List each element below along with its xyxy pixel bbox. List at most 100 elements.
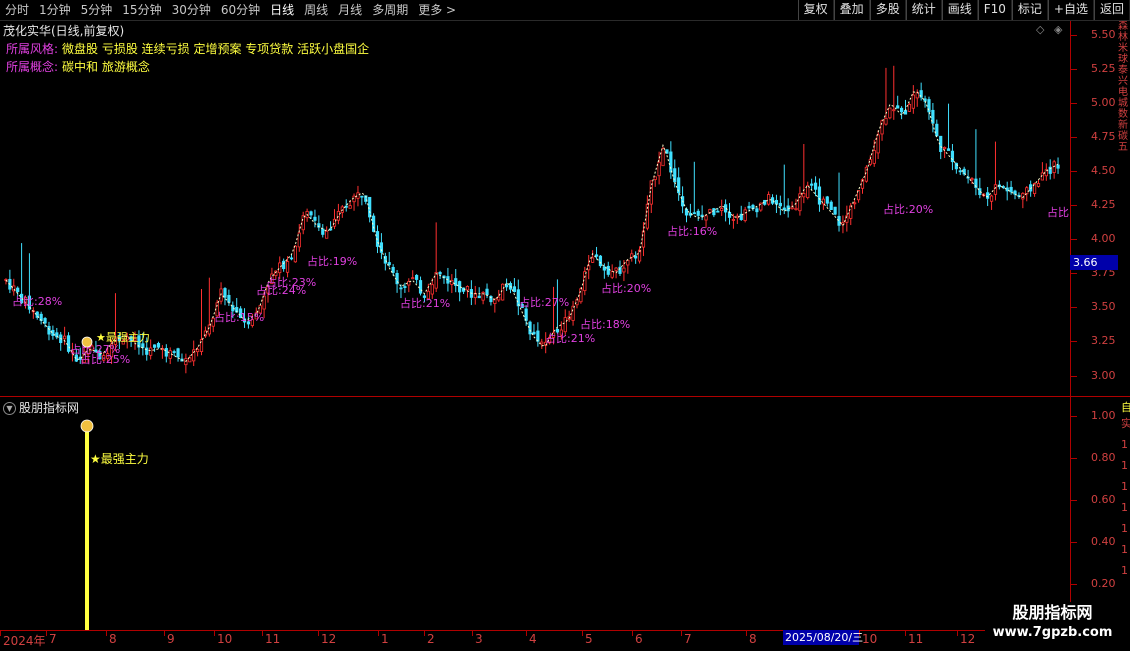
toolbar-button[interactable]: 返回 [1093, 0, 1130, 20]
candle-body[interactable] [720, 208, 724, 211]
zoom-icon[interactable]: ◈ [1054, 23, 1062, 36]
candle-body[interactable] [1052, 161, 1056, 173]
candle-body[interactable] [634, 255, 638, 259]
candle-body[interactable] [195, 348, 200, 353]
candle-body[interactable] [806, 185, 810, 198]
candle-body[interactable] [501, 283, 505, 301]
candle-body[interactable] [579, 288, 583, 303]
candle-body[interactable] [434, 272, 438, 289]
candle-body[interactable] [1025, 187, 1029, 195]
indicator-panel[interactable]: ★最强主力 ▼ 股朋指标网 [0, 397, 1070, 630]
candle-body[interactable] [802, 193, 806, 198]
candle-body[interactable] [1013, 190, 1017, 195]
period-tab[interactable]: 5分钟 [76, 0, 118, 20]
candle-body[interactable] [164, 348, 168, 357]
candle-body[interactable] [598, 255, 603, 267]
candle-body[interactable] [176, 348, 180, 358]
candle-body[interactable] [1056, 164, 1060, 169]
candle-body[interactable] [657, 161, 661, 177]
candle-body[interactable] [438, 272, 442, 275]
candle-body[interactable] [540, 341, 544, 345]
candle-body[interactable] [282, 260, 286, 270]
candle-body[interactable] [152, 344, 157, 348]
candle-body[interactable] [743, 209, 747, 221]
candle-body[interactable] [55, 332, 59, 338]
toolbar-button[interactable]: 复权 [797, 0, 834, 20]
candle-body[interactable] [485, 288, 489, 296]
candle-body[interactable] [1009, 186, 1013, 193]
candle-body[interactable] [661, 148, 665, 167]
candle-body[interactable] [872, 150, 876, 164]
toolbar-button[interactable]: +自选 [1047, 0, 1094, 20]
collapse-icon[interactable]: ▼ [3, 402, 16, 415]
toolbar-button[interactable]: 标记 [1011, 0, 1048, 20]
candle-body[interactable] [411, 277, 415, 280]
period-tab[interactable]: 60分钟 [216, 0, 265, 20]
candle-body[interactable] [731, 219, 736, 221]
candle-body[interactable] [907, 104, 912, 112]
candle-body[interactable] [301, 215, 305, 231]
candle-body[interactable] [223, 288, 227, 298]
candle-body[interactable] [594, 254, 599, 257]
candle-body[interactable] [935, 123, 939, 137]
candle-body[interactable] [16, 287, 20, 292]
candle-body[interactable] [325, 230, 329, 239]
candle-body[interactable] [403, 286, 407, 288]
candle-body[interactable] [309, 211, 313, 216]
candle-body[interactable] [504, 284, 509, 288]
candle-body[interactable] [465, 286, 470, 291]
candle-body[interactable] [477, 295, 481, 299]
kline-chart[interactable]: 占比:28%占比:27%占比:25%★最强主力占比:15%占比:24%占比:23… [0, 21, 1070, 396]
candle-body[interactable] [669, 151, 673, 173]
period-tab[interactable]: 周线 [299, 0, 333, 20]
candle-body[interactable] [989, 195, 994, 202]
candle-body[interactable] [993, 184, 998, 195]
toolbar-button[interactable]: 画线 [941, 0, 978, 20]
candle-body[interactable] [610, 271, 614, 278]
candle-body[interactable] [360, 195, 364, 198]
candle-body[interactable] [813, 182, 818, 190]
kline-panel[interactable]: 占比:28% 占比:27% 占比:25% ★最强主力 占比:15% 占比:24% 占比:23… [0, 21, 1070, 396]
candle-body[interactable] [528, 321, 532, 335]
candle-body[interactable] [622, 267, 626, 273]
candle-body[interactable] [262, 295, 266, 310]
candle-body[interactable] [293, 245, 297, 263]
concept-value[interactable]: 碳中和 旅游概念 [62, 60, 150, 74]
candle-body[interactable] [156, 342, 161, 348]
candle-body[interactable] [430, 284, 434, 295]
candle-body[interactable] [782, 207, 786, 210]
candle-body[interactable] [876, 134, 880, 154]
candle-body[interactable] [418, 280, 423, 294]
toolbar-button[interactable]: F10 [977, 0, 1012, 20]
candle-body[interactable] [356, 192, 360, 199]
period-tab[interactable]: 月线 [333, 0, 367, 20]
candle-body[interactable] [880, 120, 884, 135]
period-tab[interactable]: 30分钟 [167, 0, 216, 20]
period-tab[interactable]: 15分钟 [117, 0, 166, 20]
candle-body[interactable] [903, 110, 908, 115]
candle-body[interactable] [810, 183, 814, 186]
candle-body[interactable] [896, 105, 900, 109]
candle-body[interactable] [986, 192, 990, 199]
candle-body[interactable] [587, 265, 591, 271]
period-tab[interactable]: 多周期 [367, 0, 413, 20]
candle-body[interactable] [888, 107, 892, 119]
candle-body[interactable] [47, 325, 51, 335]
candle-body[interactable] [571, 305, 575, 321]
signal-bar[interactable] [85, 430, 89, 630]
candle-body[interactable] [923, 98, 927, 102]
period-tab[interactable]: 分时 [0, 0, 34, 20]
indicator-chart[interactable]: ★最强主力 [0, 397, 1070, 630]
candle-body[interactable] [387, 262, 391, 266]
candle-body[interactable] [602, 266, 606, 271]
candle-body[interactable] [684, 208, 689, 216]
candle-body[interactable] [278, 262, 282, 274]
candle-body[interactable] [1036, 183, 1041, 187]
candle-body[interactable] [708, 209, 712, 213]
candle-body[interactable] [950, 150, 955, 163]
candle-body[interactable] [954, 162, 958, 170]
candle-body[interactable] [970, 178, 974, 181]
candle-body[interactable] [207, 324, 211, 335]
candle-body[interactable] [778, 202, 782, 207]
period-tab[interactable]: 更多 > [413, 0, 461, 20]
